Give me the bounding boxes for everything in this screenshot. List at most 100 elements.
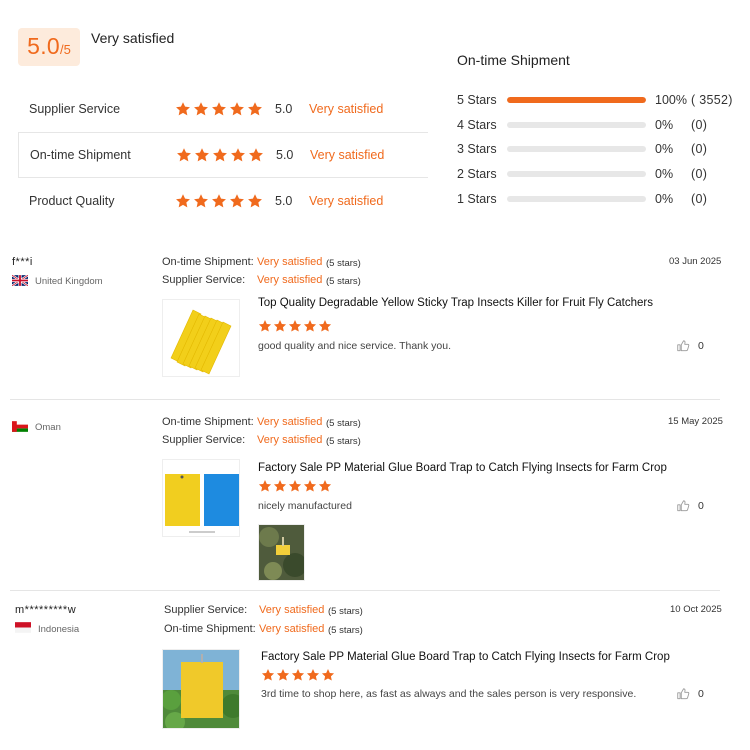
star-icon [318,319,332,333]
distribution-bar-fill [507,97,646,103]
rating-row-product-quality[interactable]: Product Quality 5.0 Very satisfied [18,178,428,224]
review-meta-count: (5 stars) [326,276,361,287]
distribution-label: 4 Stars [457,118,497,132]
rating-row-on-time-shipment[interactable]: On-time Shipment 5.0 Very satisfied [18,132,428,178]
reviewer-country: Oman [35,422,61,433]
reviewer-name: f***i [12,256,33,268]
rating-stars [175,193,263,209]
review-meta-label: On-time Shipment: [162,256,254,268]
distribution-row-2: 2 Stars 0% (0) [457,166,742,182]
distribution-bar [507,122,646,128]
rating-stars [176,147,264,163]
review-date: 10 Oct 2025 [670,604,722,615]
product-thumbnail[interactable] [162,299,240,377]
star-icon [261,668,275,682]
star-icon [193,101,209,117]
rating-label: On-time Shipment [30,148,131,162]
distribution-bar [507,146,646,152]
star-icon [321,668,335,682]
distribution-label: 5 Stars [457,93,497,107]
flag-indonesia-icon [15,622,31,633]
distribution-percent: 0% [655,142,674,156]
reviewer-country: United Kingdom [35,276,103,287]
like-button[interactable]: 0 [676,339,704,353]
product-title-link[interactable]: Factory Sale PP Material Glue Board Trap… [261,651,670,663]
like-count: 0 [698,688,704,700]
review-meta-value: Very satisfied [259,604,325,616]
distribution-bar [507,97,646,103]
review-text: nicely manufactured [258,500,352,512]
product-title-link[interactable]: Factory Sale PP Material Glue Board Trap… [258,462,667,474]
star-icon [276,668,290,682]
star-icon [318,479,332,493]
rating-label: Supplier Service [29,102,121,116]
reviewer-country: Indonesia [38,624,80,635]
star-icon [193,193,209,209]
distribution-percent: 0% [655,167,674,181]
product-title-link[interactable]: Top Quality Degradable Yellow Sticky Tra… [258,297,653,309]
star-icon [212,147,228,163]
rating-score: 5.0 [276,148,294,162]
product-image-glue-boards [163,460,239,536]
star-icon [211,101,227,117]
star-icon [248,147,264,163]
star-icon [229,101,245,117]
review-meta-value: Very satisfied [257,274,323,286]
review-date: 03 Jun 2025 [669,256,722,267]
star-icon [273,479,287,493]
review-meta-value: Very satisfied [259,623,325,635]
product-thumbnail[interactable] [162,649,240,729]
distribution-row-3: 3 Stars 0% (0) [457,141,742,157]
distribution-bar [507,196,646,202]
review-photo[interactable] [258,524,305,581]
distribution-label: 2 Stars [457,167,497,181]
distribution-row-4: 4 Stars 0% (0) [457,117,742,133]
rating-label: Product Quality [29,194,115,208]
distribution-percent: 100% [655,93,687,107]
star-icon [176,147,192,163]
like-count: 0 [698,500,704,512]
rating-text: Very satisfied [309,102,384,116]
distribution-row-1: 1 Stars 0% (0) [457,191,742,207]
review-photo-image [259,525,304,580]
review-meta-value: Very satisfied [257,256,323,268]
like-button[interactable]: 0 [676,687,704,701]
rating-row-supplier-service[interactable]: Supplier Service 5.0 Very satisfied [18,86,428,132]
thumbs-up-icon [677,688,690,700]
review-meta-count: (5 stars) [326,436,361,447]
distribution-bar [507,171,646,177]
star-icon [291,668,305,682]
star-icon [288,319,302,333]
review-meta-value: Very satisfied [257,416,323,428]
review-meta-value: Very satisfied [257,434,323,446]
distribution-title: On-time Shipment [457,52,570,68]
thumbs-up-icon [677,500,690,512]
review-stars [261,668,335,682]
rating-text: Very satisfied [309,194,384,208]
star-icon [303,479,317,493]
rating-stars [175,101,263,117]
star-icon [175,101,191,117]
review-meta-label: On-time Shipment: [164,623,256,635]
like-button[interactable]: 0 [676,499,704,513]
star-icon [258,319,272,333]
distribution-count: ( 3552) [691,93,733,107]
star-icon [247,101,263,117]
product-image-glue-board-plants [163,650,239,728]
rating-text: Very satisfied [310,148,385,162]
product-thumbnail[interactable] [162,459,240,537]
star-icon [303,319,317,333]
flag-uk-icon [12,275,28,286]
review-date: 15 May 2025 [668,416,723,427]
review-text: good quality and nice service. Thank you… [258,340,452,352]
star-icon [229,193,245,209]
reviewer-name: m*********w [15,604,77,616]
review-meta-count: (5 stars) [328,606,363,617]
distribution-row-5: 5 Stars 100% ( 3552) [457,92,742,108]
star-icon [194,147,210,163]
distribution-count: (0) [691,118,708,132]
star-icon [211,193,227,209]
star-icon [258,479,272,493]
review-meta-count: (5 stars) [328,625,363,636]
distribution-percent: 0% [655,118,674,132]
